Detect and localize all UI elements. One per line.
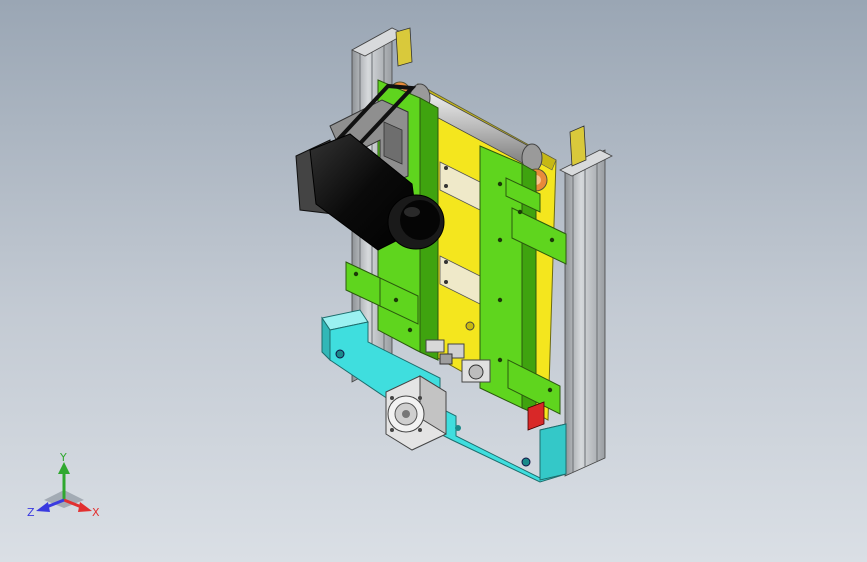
right-extrusion-profile[interactable] — [559, 149, 613, 477]
x-axis-label: X — [92, 506, 100, 519]
y-axis-label: Y — [59, 451, 67, 464]
cad-viewport[interactable] — [0, 0, 867, 562]
z-axis-label: Z — [27, 506, 35, 519]
z-axis-arrow — [36, 502, 50, 512]
coordinate-triad[interactable]: Y X Z — [24, 450, 104, 522]
top-right-tab — [569, 125, 587, 167]
top-left-tab — [395, 27, 413, 67]
x-axis-arrow — [78, 502, 92, 512]
machine-model[interactable] — [295, 27, 613, 483]
